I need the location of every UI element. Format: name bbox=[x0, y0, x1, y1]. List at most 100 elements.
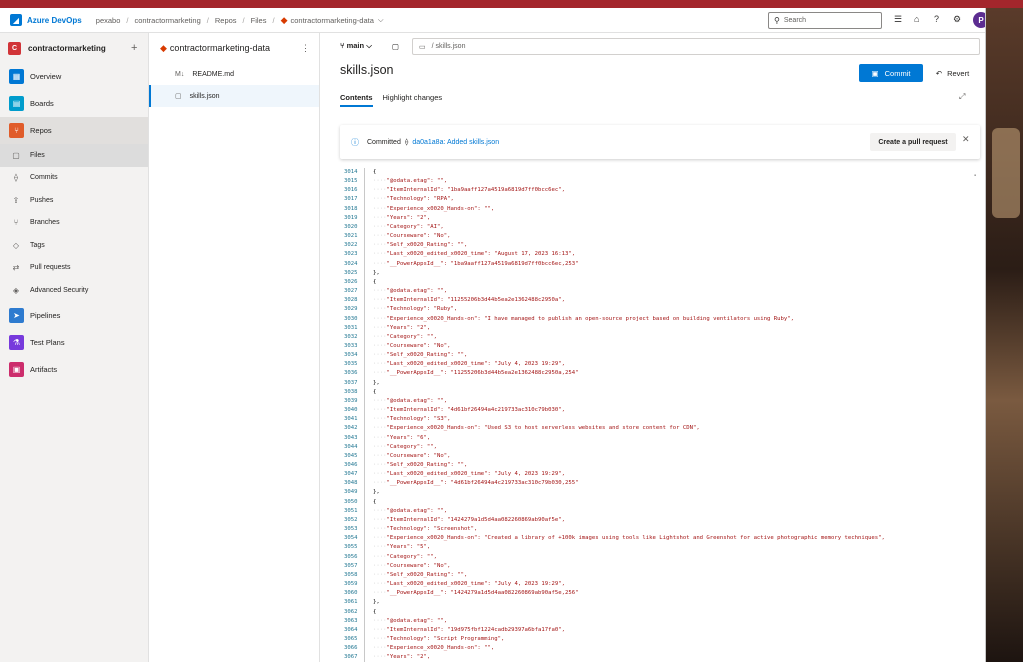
avatar[interactable]: P bbox=[973, 12, 985, 28]
sub-tags[interactable]: ◇ Tags bbox=[0, 234, 148, 257]
nav-label: Artifacts bbox=[30, 364, 58, 374]
line-text: ····"@odata.etag": "", bbox=[373, 617, 448, 624]
line-text: ····"__PowerAppsId__": "11255206b3d44b5e… bbox=[373, 370, 579, 377]
line-text: { bbox=[373, 169, 377, 175]
close-icon[interactable]: ✕ bbox=[962, 134, 970, 145]
line-number: 3058 bbox=[344, 571, 358, 578]
nav-pipelines[interactable]: ➤ Pipelines bbox=[0, 302, 148, 329]
code-line: 3049}, bbox=[340, 488, 980, 498]
shopping-bag-icon[interactable]: ⌂ bbox=[914, 14, 919, 24]
nav-artifacts[interactable]: ▣ Artifacts bbox=[0, 356, 148, 383]
tab-highlight-changes[interactable]: Highlight changes bbox=[383, 93, 443, 107]
nav-label: Repos bbox=[30, 126, 52, 135]
line-number: 3022 bbox=[344, 242, 358, 249]
line-text: ····"Last_x0020_edited_x0020_time": "Jul… bbox=[373, 581, 565, 588]
sub-files[interactable]: ▢ Files bbox=[0, 144, 148, 167]
line-text: { bbox=[373, 608, 377, 615]
code-line: 3052 ····"ItemInternalId": "1424279a1d5d4… bbox=[340, 515, 980, 526]
line-number: 3019 bbox=[344, 214, 358, 221]
sub-advanced-security[interactable]: ◈ Advanced Security bbox=[0, 279, 148, 302]
line-number: 3030 bbox=[344, 315, 358, 322]
search-placeholder: Search bbox=[783, 17, 807, 24]
task-list-icon[interactable]: ☰ bbox=[894, 14, 902, 25]
line-number: 3057 bbox=[344, 562, 358, 569]
breadcrumb-files[interactable]: Files bbox=[251, 16, 267, 25]
revert-button[interactable]: ↶ Revert bbox=[929, 64, 976, 82]
help-icon[interactable]: ? bbox=[934, 14, 939, 24]
commit-link[interactable]: da0a1a8a: Added skills.json bbox=[412, 139, 499, 146]
line-number: 3032 bbox=[344, 333, 358, 340]
copy-icon[interactable]: ▢ bbox=[392, 42, 399, 51]
line-text: ····"@odata.etag": "", bbox=[373, 178, 448, 185]
project-selector[interactable]: C contractormarketing + bbox=[0, 33, 148, 63]
code-line: 3032 ····"Category": "", bbox=[340, 332, 980, 342]
path-field[interactable]: ▭ / skills.json bbox=[412, 38, 980, 55]
line-number: 3042 bbox=[344, 425, 358, 432]
line-number: 3039 bbox=[344, 397, 358, 404]
plus-icon[interactable]: + bbox=[131, 42, 137, 54]
nav-repos[interactable]: ⑂ Repos bbox=[0, 117, 148, 144]
branch-selector[interactable]: ⑂ main ⌵ bbox=[340, 41, 372, 51]
line-text: ····"Category": "", bbox=[373, 553, 438, 560]
azure-devops-logo-icon[interactable]: ◢ bbox=[10, 14, 22, 26]
sub-label: Commits bbox=[30, 174, 58, 182]
sub-label: Pushes bbox=[30, 196, 54, 204]
line-text: ····"Experience_x0020_Hands-on": "", bbox=[373, 205, 495, 212]
create-pull-request-button[interactable]: Create a pull request bbox=[870, 133, 956, 151]
path-text: / skills.json bbox=[431, 43, 466, 50]
line-number: 3035 bbox=[344, 361, 358, 368]
sub-pushes[interactable]: ⇪ Pushes bbox=[0, 189, 148, 212]
line-number: 3067 bbox=[344, 654, 358, 661]
line-text: ····"ItemInternalId": "1424279a1d5d4aa08… bbox=[373, 516, 565, 523]
commit-button[interactable]: ▣ Commit bbox=[859, 64, 923, 82]
line-text: }, bbox=[373, 269, 380, 276]
line-text: { bbox=[373, 388, 377, 395]
code-viewer[interactable]: 3014 {3015 ····"@odata.etag": "", 3016 ····"… bbox=[340, 168, 980, 662]
code-line: 3038 { bbox=[340, 387, 980, 397]
repo-selector[interactable]: ◆ contractormarketing-data ⋮ bbox=[149, 33, 319, 63]
code-line: 3051 ····"@odata.etag": "", bbox=[340, 506, 980, 516]
line-text: ····"Courseware": "No", bbox=[373, 342, 451, 349]
file-label: README.md bbox=[192, 70, 234, 78]
search-box[interactable]: ⚲ Search bbox=[768, 12, 882, 29]
brand-name[interactable]: Azure DevOps bbox=[27, 16, 82, 25]
overview-icon: ▦ bbox=[9, 69, 24, 84]
chevron-down-icon[interactable]: ⌵ bbox=[378, 15, 384, 25]
top-header: ◢ Azure DevOps pexabo / contractormarket… bbox=[0, 8, 985, 33]
scrollbar-marker[interactable]: ▪ bbox=[974, 173, 976, 179]
breadcrumb-org[interactable]: pexabo bbox=[96, 16, 121, 25]
pull-requests-icon: ⇄ bbox=[12, 263, 20, 273]
line-text: ····"ItemInternalId": "4d61bf26494a4c219… bbox=[373, 407, 565, 414]
user-settings-icon[interactable]: ⚙ bbox=[953, 14, 961, 25]
fullscreen-icon[interactable]: ⤢ bbox=[959, 92, 965, 102]
code-line: 3048 ····"__PowerAppsId__": "4d61bf26494a… bbox=[340, 479, 980, 489]
tags-icon: ◇ bbox=[12, 240, 20, 250]
code-line: 3044 ····"Category": "", bbox=[340, 442, 980, 452]
revert-label: Revert bbox=[947, 68, 970, 78]
code-line: 3020 ····"Category": "AI", bbox=[340, 222, 980, 233]
breadcrumb-project[interactable]: contractormarketing bbox=[134, 16, 200, 25]
file-skills-json[interactable]: ▢ skills.json bbox=[149, 85, 319, 107]
line-number: 3046 bbox=[344, 462, 358, 468]
nav-test-plans[interactable]: ⚗ Test Plans bbox=[0, 329, 148, 356]
code-line: 3062 { bbox=[340, 607, 980, 617]
file-icon: ▢ bbox=[175, 93, 182, 100]
breadcrumb-repos[interactable]: Repos bbox=[215, 16, 237, 25]
file-readme[interactable]: M↓ README.md bbox=[149, 63, 319, 85]
code-line: 3024 ····"__PowerAppsId__": "1ba9aaff127a… bbox=[340, 259, 980, 269]
sub-branches[interactable]: ⑂ Branches bbox=[0, 212, 148, 235]
sub-label: Tags bbox=[30, 241, 45, 249]
line-text: ····"Technology": "Script Programming", bbox=[373, 635, 505, 642]
sub-commits[interactable]: ⟠ Commits bbox=[0, 167, 148, 190]
tab-contents[interactable]: Contents bbox=[340, 93, 373, 107]
breadcrumb-repo[interactable]: contractormarketing-data bbox=[291, 16, 374, 25]
code-line: 3037}, bbox=[340, 378, 980, 388]
line-number: 3025 bbox=[344, 269, 358, 276]
code-line: 3029 ····"Technology": "Ruby", bbox=[340, 305, 980, 315]
nav-overview[interactable]: ▦ Overview bbox=[0, 63, 148, 90]
line-number: 3040 bbox=[344, 407, 358, 414]
sub-label: Advanced Security bbox=[30, 286, 89, 294]
sub-pull-requests[interactable]: ⇄ Pull requests bbox=[0, 257, 148, 280]
more-options-icon[interactable]: ⋮ bbox=[301, 43, 310, 54]
nav-boards[interactable]: ▤ Boards bbox=[0, 90, 148, 117]
